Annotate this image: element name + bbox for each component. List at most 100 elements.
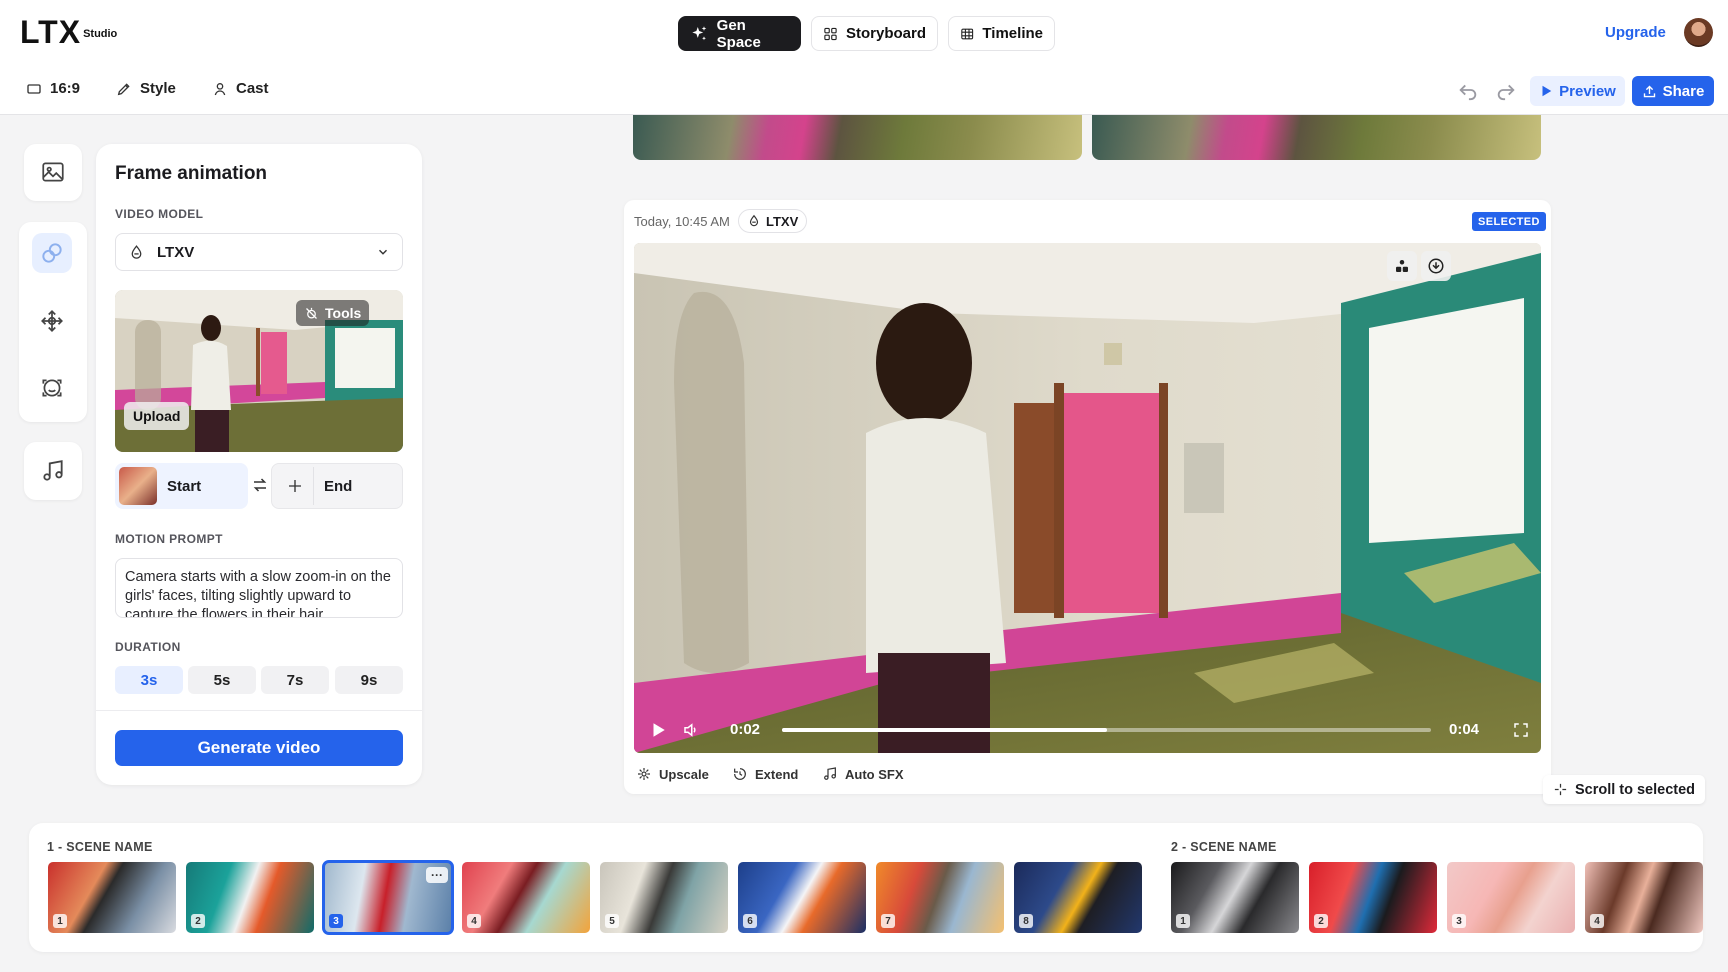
brush-icon [117, 82, 130, 95]
rail-face-button[interactable] [32, 368, 72, 408]
video-progress-fill [782, 728, 1107, 732]
tab-gen-space[interactable]: Gen Space [678, 16, 801, 51]
aspect-ratio-button[interactable]: 16:9 [26, 80, 80, 97]
cast-button[interactable]: Cast [212, 80, 269, 97]
shot-more-button[interactable]: ··· [426, 867, 448, 883]
avatar[interactable] [1684, 18, 1713, 47]
add-end-frame [276, 467, 314, 505]
ltx-model-icon [131, 244, 142, 259]
video-player[interactable]: 0:02 0:04 [634, 243, 1541, 753]
upload-button[interactable]: Upload [124, 402, 190, 430]
video-current-time: 0:02 [730, 721, 761, 738]
rail-image-button[interactable] [33, 152, 73, 192]
end-frame-label: End [324, 477, 353, 495]
aspect-ratio-label: 16:9 [50, 80, 81, 97]
grid-icon [824, 27, 837, 40]
motion-prompt-input[interactable]: Camera starts with a slow zoom-in on the… [115, 558, 403, 618]
previous-result-thumb-1[interactable] [633, 115, 1082, 160]
tab-storyboard-label: Storyboard [845, 25, 926, 42]
preview-button[interactable]: Preview [1530, 76, 1625, 106]
scene-1-shot-4[interactable]: 4 [462, 862, 590, 933]
scene-1-shot-6[interactable]: 6 [738, 862, 866, 933]
scene-2-shot-2[interactable]: 2 [1309, 862, 1437, 933]
crosshair-icon [1554, 783, 1567, 796]
fullscreen-button[interactable] [1512, 721, 1530, 739]
end-frame-button[interactable]: End [271, 463, 403, 509]
scene-1-shot-3[interactable]: ··· 3 [322, 860, 454, 935]
selected-result-card: Today, 10:45 AM LTXV SELECTED 0:02 0:04 … [624, 200, 1551, 794]
rail-frame-animation-button[interactable] [32, 233, 72, 273]
play-icon [1542, 85, 1552, 97]
selected-badge: SELECTED [1472, 212, 1546, 231]
extend-label: Extend [755, 766, 799, 782]
style-label: Style [140, 80, 176, 97]
scene-2-shot-4[interactable]: 4 [1585, 862, 1703, 933]
upscale-label: Upscale [659, 766, 709, 782]
panel-divider [96, 710, 422, 711]
redo-button[interactable] [1495, 79, 1517, 101]
duration-option-5s[interactable]: 5s [188, 666, 256, 694]
auto-sfx-button[interactable]: Auto SFX [822, 766, 904, 782]
scene-2-shot-3[interactable]: 3 [1447, 862, 1575, 933]
share-button[interactable]: Share [1632, 76, 1714, 106]
download-button[interactable] [1421, 251, 1451, 281]
scroll-to-selected-button[interactable]: Scroll to selected [1543, 775, 1705, 804]
video-model-select[interactable]: LTXV [115, 233, 403, 271]
tools-label: Tools [325, 305, 362, 321]
shot-number: 1 [53, 914, 67, 928]
rail-motion-button[interactable] [32, 301, 72, 341]
shot-number: 5 [605, 914, 619, 928]
face-scan-icon [42, 379, 62, 397]
plus-icon [288, 480, 301, 492]
sparkle-icon [692, 25, 707, 40]
swap-frames-button[interactable] [251, 476, 269, 494]
chevron-down-icon [379, 249, 387, 255]
result-model-label: LTXV [766, 213, 799, 229]
cast-label: Cast [236, 80, 269, 97]
previous-result-thumb-2[interactable] [1092, 115, 1541, 160]
generate-video-button[interactable]: Generate video [115, 730, 403, 766]
duration-option-7s[interactable]: 7s [261, 666, 329, 694]
move-icon [41, 310, 63, 332]
extend-button[interactable]: Extend [732, 766, 798, 782]
video-progress-bar[interactable] [782, 728, 1431, 732]
image-icon [42, 162, 64, 182]
upgrade-link[interactable]: Upgrade [1605, 24, 1666, 41]
scene-1-shot-1[interactable]: 1 [48, 862, 176, 933]
upscale-button[interactable]: Upscale [636, 766, 709, 782]
fullscreen-icon [1514, 723, 1528, 737]
video-tool-button[interactable] [1387, 251, 1417, 281]
undo-button[interactable] [1457, 79, 1479, 101]
preview-label: Preview [1559, 82, 1616, 100]
video-play-button[interactable] [649, 721, 667, 739]
scene-tray: 1 - SCENE NAME 2 - SCENE NAME 1 2 ··· 3 … [29, 823, 1703, 952]
result-timestamp: Today, 10:45 AM [634, 214, 730, 229]
app-logo[interactable]: LTX Studio [20, 16, 117, 48]
tools-button[interactable]: Tools [296, 300, 370, 326]
motion-prompt-label: MOTION PROMPT [115, 532, 223, 546]
scene-1-shot-5[interactable]: 5 [600, 862, 728, 933]
scene-1-shot-2[interactable]: 2 [186, 862, 314, 933]
music-icon [43, 460, 63, 481]
start-frame-button[interactable]: Start [115, 463, 248, 509]
person-icon [214, 82, 226, 95]
start-frame-thumbnail[interactable]: Tools Upload [115, 290, 403, 452]
swap-icon [253, 478, 267, 492]
volume-icon [684, 723, 696, 737]
duration-option-9s[interactable]: 9s [335, 666, 403, 694]
scene-1-shot-7[interactable]: 7 [876, 862, 1004, 933]
duration-option-3s[interactable]: 3s [115, 666, 183, 694]
video-total-time: 0:04 [1449, 721, 1480, 738]
video-volume-button[interactable] [682, 721, 700, 739]
scene-2-shot-1[interactable]: 1 [1171, 862, 1299, 933]
video-model-value: LTXV [157, 243, 195, 261]
scene-1-shot-8[interactable]: 8 [1014, 862, 1142, 933]
upload-icon [1643, 85, 1655, 97]
tab-timeline[interactable]: Timeline [948, 16, 1055, 51]
panel-title: Frame animation [115, 163, 268, 184]
rail-audio-button[interactable] [33, 451, 73, 491]
style-button[interactable]: Style [116, 80, 176, 97]
more-icon: ··· [431, 868, 443, 882]
shot-number: 2 [1314, 914, 1328, 928]
tab-storyboard[interactable]: Storyboard [811, 16, 938, 51]
